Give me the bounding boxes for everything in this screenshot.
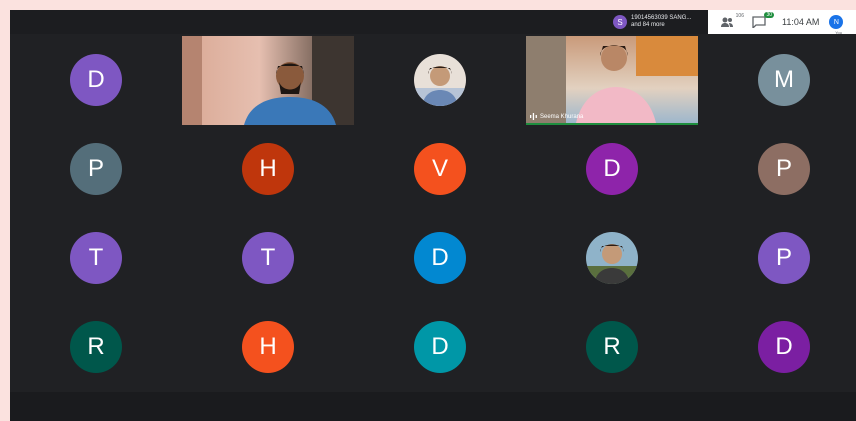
participant-avatar: M: [758, 54, 810, 106]
chat-icon: [752, 16, 766, 30]
participant-tile[interactable]: R: [10, 303, 182, 392]
participant-tile[interactable]: D: [10, 36, 182, 125]
presenter-line1: 19014563039 SANG...: [631, 15, 692, 21]
self-label: You: [835, 30, 842, 35]
self-avatar[interactable]: N: [829, 15, 844, 29]
presenter-avatar: S: [613, 15, 627, 29]
clock: 11:04 AM: [782, 17, 820, 27]
participant-tile[interactable]: Seema Khurana: [526, 36, 698, 125]
participant-avatar: R: [70, 321, 122, 373]
participant-tile[interactable]: D: [354, 303, 526, 392]
chat-button[interactable]: 30: [752, 12, 774, 30]
participant-photo: [414, 54, 466, 106]
participant-name-label: Seema Khurana: [530, 113, 583, 120]
participant-tile[interactable]: H: [182, 125, 354, 214]
participant-avatar: D: [758, 321, 810, 373]
people-icon: [721, 17, 733, 27]
meeting-window: S 19014563039 SANG... and 84 more 106 30…: [10, 10, 856, 421]
participant-avatar: D: [414, 321, 466, 373]
participant-tile[interactable]: [526, 214, 698, 303]
participant-avatar: T: [70, 232, 122, 284]
participant-tile[interactable]: P: [698, 214, 856, 303]
participant-avatar: H: [242, 143, 294, 195]
bottom-bar: [10, 392, 856, 421]
participant-tile[interactable]: D: [698, 303, 856, 392]
participant-tile[interactable]: D: [526, 125, 698, 214]
participant-tile[interactable]: R: [526, 303, 698, 392]
participant-avatar: D: [70, 54, 122, 106]
participant-photo: [586, 232, 638, 284]
participant-video: Seema Khurana: [526, 36, 698, 125]
presenter-indicator[interactable]: S 19014563039 SANG... and 84 more: [613, 12, 691, 32]
participant-avatar: D: [586, 143, 638, 195]
participant-avatar: D: [414, 232, 466, 284]
participant-tile[interactable]: H: [182, 303, 354, 392]
presenter-text: 19014563039 SANG... and 84 more: [631, 15, 691, 29]
participant-avatar: P: [758, 143, 810, 195]
participant-name: Seema Khurana: [540, 113, 584, 120]
presenter-line2: and 84 more: [631, 22, 665, 28]
participant-tile[interactable]: V: [354, 125, 526, 214]
participant-tile[interactable]: M: [698, 36, 856, 125]
people-button[interactable]: 106: [720, 13, 744, 29]
participant-avatar: V: [414, 143, 466, 195]
participant-tile[interactable]: P: [10, 125, 182, 214]
people-count: 106: [735, 13, 744, 19]
participant-avatar: T: [242, 232, 294, 284]
top-bar: S 19014563039 SANG... and 84 more 106 30…: [10, 10, 856, 35]
participant-tile[interactable]: [182, 36, 354, 125]
participant-avatar: P: [758, 232, 810, 284]
participant-avatar: R: [586, 321, 638, 373]
participant-avatar: H: [242, 321, 294, 373]
participant-tile[interactable]: [354, 36, 526, 125]
participant-avatar: P: [70, 143, 122, 195]
participant-tile[interactable]: T: [182, 214, 354, 303]
participant-video: [182, 36, 354, 125]
participant-tile[interactable]: D: [354, 214, 526, 303]
participant-tile[interactable]: P: [698, 125, 856, 214]
chat-badge: 30: [764, 12, 774, 18]
audio-level-icon: [530, 113, 537, 120]
toolbar: 106 30 11:04 AM N You: [708, 10, 856, 35]
participant-tile[interactable]: T: [10, 214, 182, 303]
